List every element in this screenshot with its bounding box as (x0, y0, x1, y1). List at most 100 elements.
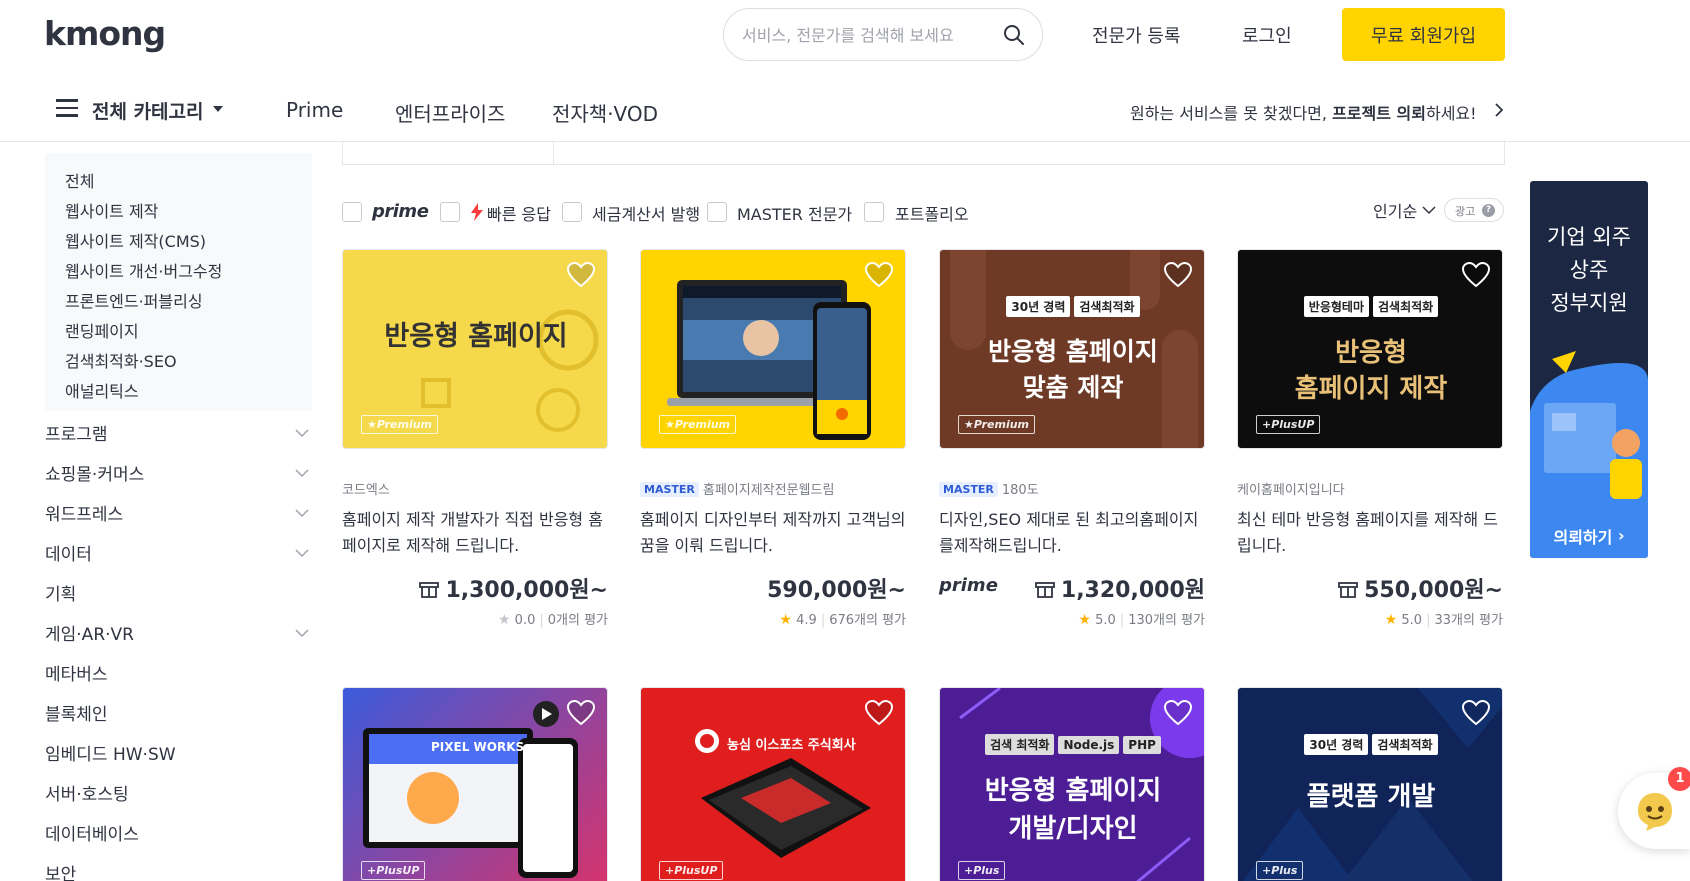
sort-dropdown[interactable]: 인기순 (1373, 198, 1417, 222)
master-expert-label[interactable]: MASTER 전문가 (737, 201, 852, 225)
coupon-icon (1034, 582, 1055, 598)
filter-bar: prime 빠른 응답 세금계산서 발행 MASTER 전문가 포트폴리오 (342, 200, 1342, 224)
sidebar-item-game-ar-vr[interactable]: 게임·AR·VR (45, 620, 134, 645)
sidebar-item-blockchain[interactable]: 블록체인 (45, 700, 108, 725)
expert-register-link[interactable]: 전문가 등록 (1092, 22, 1181, 48)
sidebar-item-data[interactable]: 데이터 (45, 540, 92, 565)
search-icon[interactable] (1002, 23, 1026, 47)
chevron-right-icon: › (1617, 526, 1625, 545)
subcategory-box: 전체 웹사이트 제작 웹사이트 제작(CMS) 웹사이트 개선·버그수정 프론트… (45, 153, 312, 411)
fast-response-checkbox[interactable] (440, 202, 460, 222)
enterprise-banner[interactable]: 기업 외주 상주 정부지원 의뢰하기 › (1530, 181, 1648, 558)
nav-item-ebook-vod[interactable]: 전자책·VOD (552, 98, 658, 127)
subcategory-item[interactable]: 랜딩페이지 (65, 318, 139, 342)
card-thumbnail[interactable]: PIXEL WORKS +PlusUP (342, 687, 608, 881)
seller-name[interactable]: MASTER 홈페이지제작전문웹드림 (640, 479, 834, 498)
heart-icon[interactable] (865, 700, 893, 726)
ad-badge[interactable]: 광고? (1444, 198, 1504, 222)
card-thumbnail[interactable]: 반응형 홈페이지 ★Premium (342, 249, 608, 449)
sidebar-item-database[interactable]: 데이터베이스 (45, 820, 139, 845)
project-request-link[interactable]: 원하는 서비스를 못 찾겠다면, 프로젝트 의뢰하세요! (1130, 100, 1477, 124)
card-thumbnail[interactable]: 검색 최적화 Node.js PHP 반응형 홈페이지 개발/디자인 +Plus (939, 687, 1205, 881)
subcategory-item[interactable]: 전체 (65, 168, 94, 192)
tax-invoice-label[interactable]: 세금계산서 발행 (592, 201, 700, 225)
card-thumbnail[interactable]: 30년 경력 검색최적화 반응형 홈페이지 맞춤 제작 ★Premium (939, 249, 1205, 449)
tax-invoice-checkbox[interactable] (562, 202, 582, 222)
thumb-title: 농심 이스포츠 주식회사 (727, 738, 856, 753)
banner-line: 상주 (1569, 258, 1609, 282)
request-button[interactable]: 의뢰하기 › (1530, 513, 1648, 558)
chatbot-face-icon (1638, 793, 1672, 831)
signup-button[interactable]: 무료 회원가입 (1342, 8, 1505, 61)
card-thumbnail[interactable]: 30년 경력 검색최적화 플랫폼 개발 +Plus (1237, 687, 1503, 881)
sidebar-item-embedded[interactable]: 임베디드 HW·SW (45, 740, 176, 765)
all-categories-menu[interactable]: 전체 카테고리 (92, 97, 204, 124)
caret-down-icon[interactable] (213, 106, 223, 112)
subcategory-item[interactable]: 웹사이트 제작(CMS) (65, 228, 206, 252)
seller-name[interactable]: 케이홈페이지입니다 (1237, 479, 1345, 498)
sidebar-item-security[interactable]: 보안 (45, 860, 76, 881)
service-title[interactable]: 최신 테마 반응형 홈페이지를 제작해 드립니다. (1237, 507, 1503, 559)
sidebar-item-wordpress[interactable]: 워드프레스 (45, 500, 123, 525)
service-title[interactable]: 홈페이지 제작 개발자가 직접 반응형 홈페이지로 제작해 드립니다. (342, 507, 608, 559)
price-value: 1,320,000원 (1060, 578, 1205, 603)
coupon-icon (419, 582, 440, 598)
seller-name[interactable]: MASTER 180도 (939, 479, 1039, 498)
heart-icon[interactable] (567, 262, 595, 288)
chat-widget[interactable]: 1 (1618, 767, 1690, 849)
heart-icon[interactable] (865, 262, 893, 288)
subcategory-item[interactable]: 웹사이트 개선·버그수정 (65, 258, 222, 282)
heart-icon[interactable] (1164, 262, 1192, 288)
heart-icon[interactable] (1462, 262, 1490, 288)
service-title[interactable]: 홈페이지 디자인부터 제작까지 고객님의 꿈을 이뤄 드립니다. (640, 507, 906, 559)
nav-item-enterprise[interactable]: 엔터프라이즈 (395, 98, 505, 127)
price-value: 550,000원~ (1364, 578, 1503, 603)
request-button-label: 의뢰하기 (1553, 527, 1613, 547)
price-value: 1,300,000원~ (445, 578, 608, 603)
portfolio-checkbox[interactable] (864, 202, 884, 222)
chevron-down-icon[interactable] (1422, 205, 1436, 215)
service-price: 550,000원~ (1338, 572, 1503, 604)
sidebar-item-program[interactable]: 프로그램 (45, 420, 108, 445)
seller-name[interactable]: 코드엑스 (342, 479, 390, 498)
plus-badge: +Plus (1256, 861, 1304, 880)
prime-checkbox[interactable] (342, 202, 362, 222)
sidebar-item-server-hosting[interactable]: 서버·호스팅 (45, 780, 129, 805)
chevron-down-icon[interactable] (295, 468, 309, 478)
service-title[interactable]: 디자인,SEO 제대로 된 최고의홈페이지를제작해드립니다. (939, 507, 1205, 559)
chevron-down-icon[interactable] (295, 548, 309, 558)
login-link[interactable]: 로그인 (1242, 22, 1292, 48)
search-box[interactable] (723, 8, 1043, 61)
banner-illustration (1530, 351, 1648, 513)
request-suffix: 하세요! (1425, 104, 1477, 123)
nav-item-prime[interactable]: Prime (286, 98, 343, 122)
sidebar-item-planning[interactable]: 기획 (45, 580, 76, 605)
divider (553, 140, 554, 164)
subcategory-item[interactable]: 웹사이트 제작 (65, 198, 158, 222)
card-thumbnail[interactable]: ★Premium (640, 249, 906, 449)
sidebar-item-commerce[interactable]: 쇼핑몰·커머스 (45, 460, 144, 485)
subcategory-item[interactable]: 검색최적화·SEO (65, 348, 177, 372)
subcategory-item[interactable]: 애널리틱스 (65, 378, 139, 402)
chevron-down-icon[interactable] (295, 628, 309, 638)
master-expert-checkbox[interactable] (707, 202, 727, 222)
prime-filter-label[interactable]: prime (372, 201, 429, 222)
sidebar-item-metaverse[interactable]: 메타버스 (45, 660, 108, 685)
chevron-down-icon[interactable] (295, 508, 309, 518)
subcategory-item[interactable]: 프론트엔드·퍼블리싱 (65, 288, 203, 312)
card-thumbnail[interactable]: 농심 이스포츠 주식회사 +PlusUP (640, 687, 906, 881)
chevron-down-icon[interactable] (295, 428, 309, 438)
portfolio-label[interactable]: 포트폴리오 (895, 201, 969, 225)
fast-response-label[interactable]: 빠른 응답 (487, 201, 551, 225)
heart-icon[interactable] (1462, 700, 1490, 726)
heart-icon[interactable] (567, 700, 595, 726)
question-icon: ? (1482, 204, 1495, 217)
card-thumbnail[interactable]: 반응형테마 검색최적화 반응형 홈페이지 제작 +PlusUP (1237, 249, 1503, 449)
chevron-right-icon[interactable] (1492, 102, 1506, 118)
plusup-badge: +PlusUP (361, 861, 426, 880)
hamburger-icon[interactable] (56, 99, 78, 119)
kmong-logo[interactable]: kmong (44, 14, 166, 53)
heart-icon[interactable] (1164, 700, 1192, 726)
search-input[interactable] (742, 23, 992, 47)
thumb-title: 홈페이지 제작 (1294, 374, 1448, 404)
